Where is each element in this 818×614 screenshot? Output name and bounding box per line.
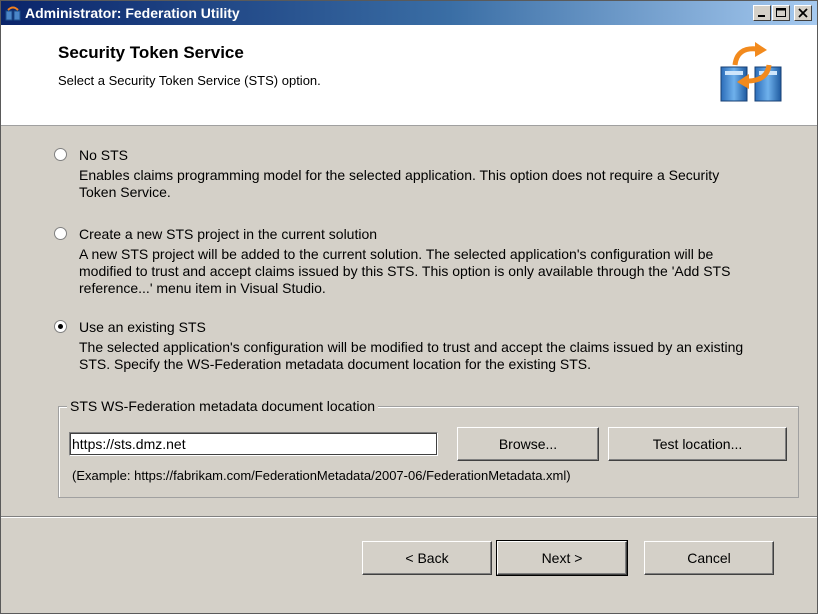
metadata-group-label: STS WS-Federation metadata document loca… [67,398,379,414]
page-subtitle: Select a Security Token Service (STS) op… [58,73,321,88]
cancel-button[interactable]: Cancel [644,541,774,575]
test-location-button[interactable]: Test location... [608,427,787,461]
no-sts-radio[interactable] [53,147,68,162]
close-icon [798,8,808,18]
metadata-location-group: STS WS-Federation metadata document loca… [58,398,799,498]
create-sts-description: A new STS project will be added to the c… [79,246,731,296]
title-bar[interactable]: Administrator: Federation Utility [1,1,817,25]
maximize-button[interactable] [772,5,790,21]
wizard-header: Security Token Service Select a Security… [1,25,817,126]
close-button[interactable] [794,5,812,21]
app-icon [5,6,21,21]
metadata-example-text: (Example: https://fabrikam.com/Federatio… [72,468,571,483]
window-title: Administrator: Federation Utility [25,5,240,21]
metadata-location-input[interactable] [69,432,438,456]
back-button[interactable]: < Back [362,541,492,575]
minimize-button[interactable] [753,5,771,21]
create-sts-label[interactable]: Create a new STS project in the current … [79,226,377,242]
existing-sts-description: The selected application's configuration… [79,339,744,372]
page-title: Security Token Service [58,43,244,62]
federation-utility-window: Administrator: Federation Utility Securi… [0,0,818,614]
next-button[interactable]: Next > [496,540,628,576]
create-sts-radio[interactable] [53,226,68,241]
no-sts-label[interactable]: No STS [79,147,128,163]
federation-servers-sync-icon [720,42,782,102]
existing-sts-label[interactable]: Use an existing STS [79,319,206,335]
browse-button[interactable]: Browse... [457,427,599,461]
existing-sts-radio[interactable] [53,319,68,334]
maximize-icon [776,8,786,17]
minimize-icon [758,15,765,17]
footer-separator [1,516,817,518]
no-sts-description: Enables claims programming model for the… [79,167,720,200]
